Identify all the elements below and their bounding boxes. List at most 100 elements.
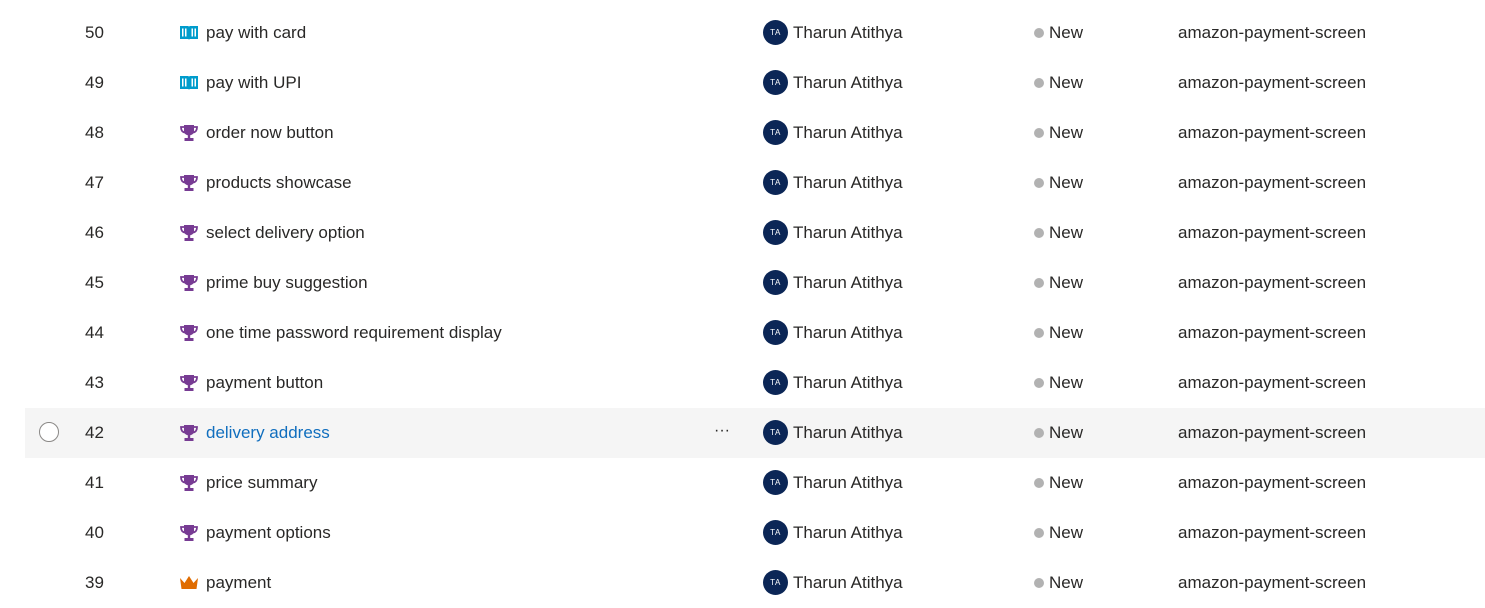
avatar: TA [763,470,788,495]
trophy-icon [179,174,199,194]
state-dot [1034,178,1044,188]
work-item-id: 46 [85,223,104,242]
state-dot [1034,78,1044,88]
table-row[interactable]: 41 price summary TA Tharun Atithya New a… [0,458,1485,508]
work-item-title[interactable]: price summary [206,473,317,493]
area-path: amazon-payment-screen [1178,23,1367,42]
state-label: New [1049,223,1084,242]
assignee-name: Tharun Atithya [793,323,903,342]
table-row[interactable]: 39 payment TA Tharun Atithya New amazon-… [0,558,1485,608]
state-label: New [1049,523,1084,542]
more-actions-button[interactable]: ··· [714,421,730,441]
work-item-title[interactable]: payment button [206,373,323,393]
area-path: amazon-payment-screen [1178,123,1367,142]
work-item-title[interactable]: select delivery option [206,223,365,243]
trophy-icon [179,124,199,144]
avatar: TA [763,70,788,95]
work-item-id: 42 [85,423,104,442]
state-label: New [1049,573,1084,592]
work-item-id: 41 [85,473,104,492]
avatar: TA [763,20,788,45]
state-dot [1034,578,1044,588]
avatar: TA [763,120,788,145]
state-dot [1034,128,1044,138]
table-row[interactable]: 46 select delivery option TA Tharun Atit… [0,208,1485,258]
table-row[interactable]: 44 one time password requirement display… [0,308,1485,358]
state-dot [1034,228,1044,238]
assignee-name: Tharun Atithya [793,123,903,142]
state-label: New [1049,173,1084,192]
avatar: TA [763,420,788,445]
table-row[interactable]: 45 prime buy suggestion TA Tharun Atithy… [0,258,1485,308]
avatar: TA [763,570,788,595]
table-row[interactable]: 48 order now button TA Tharun Atithya Ne… [0,108,1485,158]
trophy-icon [179,324,199,344]
state-label: New [1049,123,1084,142]
area-path: amazon-payment-screen [1178,223,1367,242]
area-path: amazon-payment-screen [1178,373,1367,392]
book-icon [179,74,199,94]
work-item-id: 49 [85,73,104,92]
state-label: New [1049,423,1084,442]
assignee-name: Tharun Atithya [793,173,903,192]
area-path: amazon-payment-screen [1178,323,1367,342]
area-path: amazon-payment-screen [1178,73,1367,92]
table-row[interactable]: 40 payment options TA Tharun Atithya New… [0,508,1485,558]
work-item-title[interactable]: pay with UPI [206,73,301,93]
avatar: TA [763,370,788,395]
work-item-id: 44 [85,323,104,342]
row-select-checkbox[interactable] [39,422,59,442]
assignee-name: Tharun Atithya [793,473,903,492]
work-item-title[interactable]: products showcase [206,173,352,193]
area-path: amazon-payment-screen [1178,573,1367,592]
work-item-title[interactable]: payment [206,573,271,593]
trophy-icon [179,424,199,444]
state-label: New [1049,273,1084,292]
trophy-icon [179,374,199,394]
avatar: TA [763,170,788,195]
state-label: New [1049,373,1084,392]
state-dot [1034,478,1044,488]
work-item-title[interactable]: pay with card [206,23,306,43]
state-label: New [1049,473,1084,492]
trophy-icon [179,524,199,544]
assignee-name: Tharun Atithya [793,23,903,42]
book-icon [179,24,199,44]
assignee-name: Tharun Atithya [793,523,903,542]
assignee-name: Tharun Atithya [793,73,903,92]
work-item-id: 45 [85,273,104,292]
avatar: TA [763,270,788,295]
work-item-id: 43 [85,373,104,392]
work-item-id: 39 [85,573,104,592]
work-item-title[interactable]: delivery address [206,423,330,443]
state-label: New [1049,73,1084,92]
crown-icon [179,574,199,594]
work-item-title[interactable]: order now button [206,123,334,143]
work-item-id: 48 [85,123,104,142]
state-dot [1034,528,1044,538]
work-item-title[interactable]: prime buy suggestion [206,273,368,293]
avatar: TA [763,520,788,545]
avatar: TA [763,220,788,245]
table-row[interactable]: 42 delivery address ··· TA Tharun Atithy… [0,408,1485,458]
area-path: amazon-payment-screen [1178,523,1367,542]
area-path: amazon-payment-screen [1178,423,1367,442]
state-dot [1034,428,1044,438]
trophy-icon [179,274,199,294]
state-dot [1034,278,1044,288]
work-item-title[interactable]: payment options [206,523,331,543]
work-item-id: 50 [85,23,104,42]
table-row[interactable]: 49 pay with UPI TA Tharun Atithya New am… [0,58,1485,108]
assignee-name: Tharun Atithya [793,223,903,242]
assignee-name: Tharun Atithya [793,373,903,392]
work-item-id: 40 [85,523,104,542]
table-row[interactable]: 50 pay with card TA Tharun Atithya New a… [0,8,1485,58]
table-row[interactable]: 43 payment button TA Tharun Atithya New … [0,358,1485,408]
state-label: New [1049,23,1084,42]
area-path: amazon-payment-screen [1178,273,1367,292]
work-item-title[interactable]: one time password requirement display [206,323,502,343]
work-item-id: 47 [85,173,104,192]
table-row[interactable]: 47 products showcase TA Tharun Atithya N… [0,158,1485,208]
state-dot [1034,28,1044,38]
state-dot [1034,378,1044,388]
